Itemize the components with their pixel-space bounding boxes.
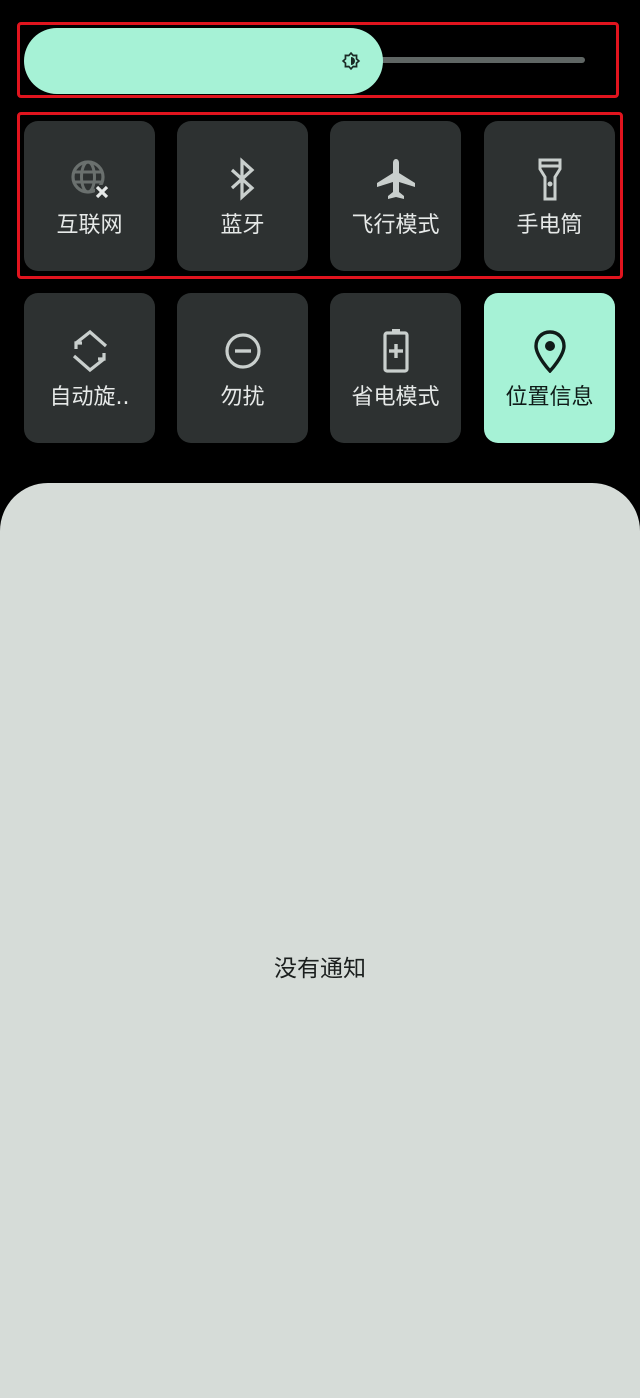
tile-label: 勿扰 bbox=[220, 385, 265, 410]
battery-saver-icon bbox=[382, 329, 409, 373]
no-notifications-text: 没有通知 bbox=[274, 956, 366, 982]
tile-auto-rotate[interactable]: 自动旋.. bbox=[24, 293, 155, 443]
tile-label: 省电模式 bbox=[351, 385, 440, 410]
do-not-disturb-icon bbox=[224, 333, 261, 369]
location-pin-icon bbox=[533, 330, 566, 373]
quick-settings-screen: 互联网 蓝牙 飞行模式 手电筒 自动旋.. 勿扰 省电模式 位置信息 没有通知 bbox=[0, 0, 640, 1398]
brightness-highlight-box bbox=[17, 22, 619, 98]
tile-label: 位置信息 bbox=[505, 385, 594, 410]
tile-location[interactable]: 位置信息 bbox=[484, 293, 615, 443]
auto-rotate-icon bbox=[72, 329, 107, 373]
tile-battery-saver[interactable]: 省电模式 bbox=[330, 293, 461, 443]
tiles-highlight-box bbox=[17, 112, 623, 279]
notification-panel[interactable]: 没有通知 bbox=[0, 483, 640, 1398]
tile-label: 自动旋.. bbox=[49, 385, 130, 410]
tile-do-not-disturb[interactable]: 勿扰 bbox=[177, 293, 308, 443]
